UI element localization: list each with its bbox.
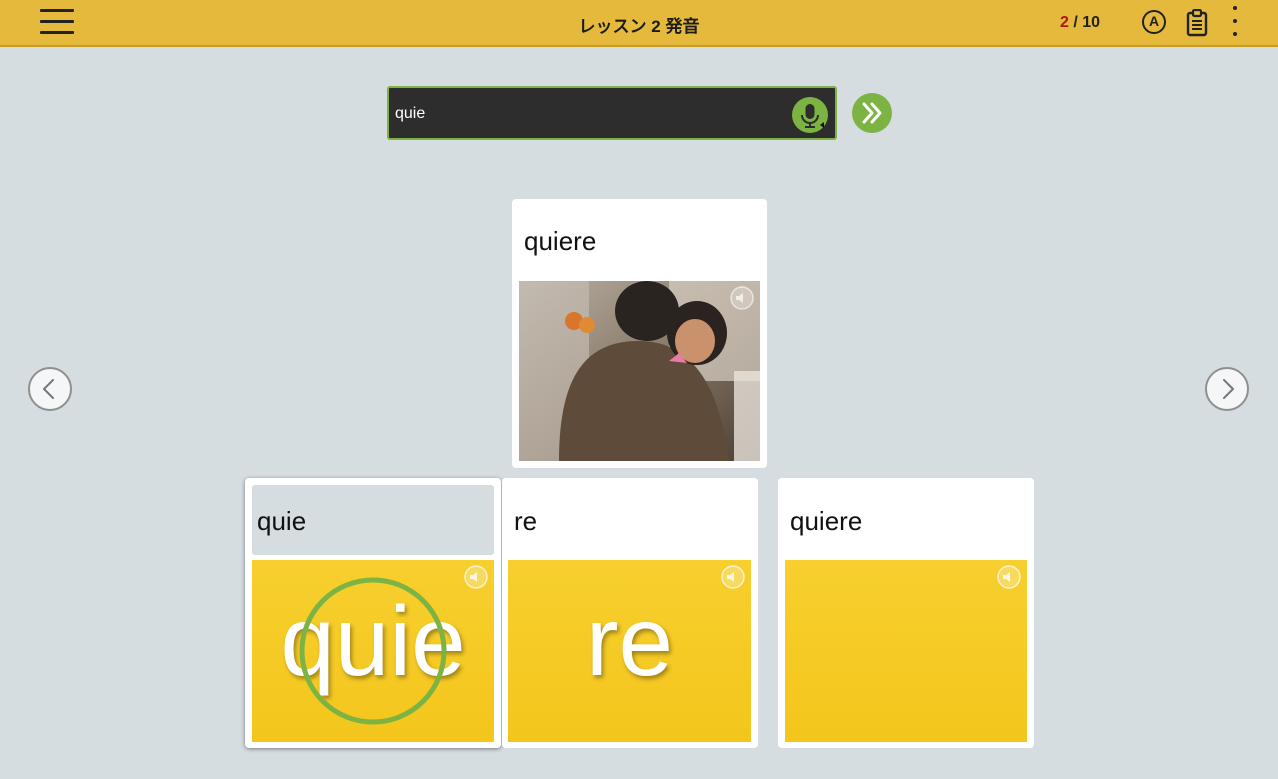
photo-couple-hugging	[519, 281, 760, 461]
choice-tile	[785, 560, 1027, 742]
prompt-card: quiere	[512, 199, 767, 468]
chevron-left-icon[interactable]	[28, 367, 72, 411]
double-chevron-right-icon[interactable]	[852, 93, 892, 133]
progress-total: 10	[1082, 14, 1101, 31]
recognized-text: quie	[395, 105, 426, 122]
progress-current: 2	[1060, 14, 1069, 31]
tile-word: re	[585, 586, 674, 696]
selection-ring	[299, 577, 447, 725]
speaker-icon[interactable]	[730, 286, 754, 310]
speech-result-field: quie	[387, 86, 837, 140]
answer-key-icon[interactable]: A	[1142, 10, 1166, 34]
top-bar: レッスン 2 発音 2 / 10 A	[0, 0, 1278, 47]
clipboard-icon[interactable]	[1186, 8, 1208, 42]
choice-card-quiere[interactable]: quiere	[778, 478, 1034, 748]
choice-tile: quie	[252, 560, 494, 742]
progress-separator: /	[1073, 14, 1078, 31]
speaker-icon[interactable]	[464, 565, 488, 589]
more-vert-icon[interactable]	[1230, 6, 1240, 40]
choice-word: quiere	[790, 506, 863, 536]
speaker-icon[interactable]	[997, 565, 1021, 589]
choice-tile: re	[508, 560, 751, 742]
choice-word: re	[514, 506, 538, 536]
prompt-word: quiere	[524, 226, 597, 256]
choice-card-re[interactable]: re re	[502, 478, 758, 748]
progress-counter: 2 / 10	[1060, 14, 1100, 32]
microphone-icon[interactable]	[791, 96, 829, 134]
chevron-right-icon[interactable]	[1205, 367, 1249, 411]
choice-card-quie[interactable]: quie quie	[245, 478, 501, 748]
speaker-icon[interactable]	[721, 565, 745, 589]
choice-word: quie	[257, 506, 307, 536]
